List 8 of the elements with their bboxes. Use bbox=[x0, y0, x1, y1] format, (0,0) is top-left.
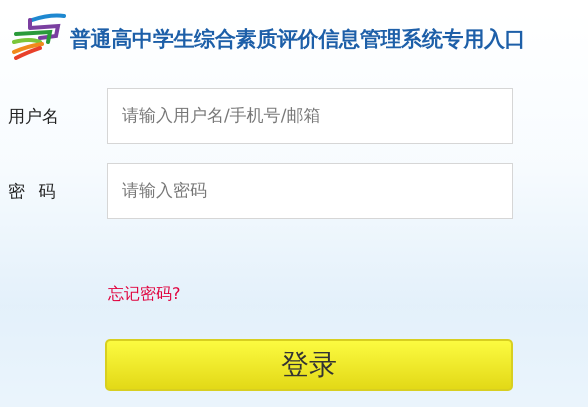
field-label: 用户名 bbox=[8, 106, 60, 128]
field-label: 密 码 bbox=[8, 180, 56, 202]
forgot-password-link[interactable]: 忘记密码? bbox=[108, 284, 180, 305]
logo-icon bbox=[10, 12, 66, 60]
site-title: 普通高中学生综合素质评价信息管理系统专用入口 bbox=[70, 26, 526, 53]
input-field[interactable]: 请输入密码 bbox=[107, 163, 513, 219]
input-field[interactable]: 请输入用户名/手机号/邮箱 bbox=[107, 88, 513, 144]
login-button[interactable]: 登录 bbox=[105, 339, 513, 391]
